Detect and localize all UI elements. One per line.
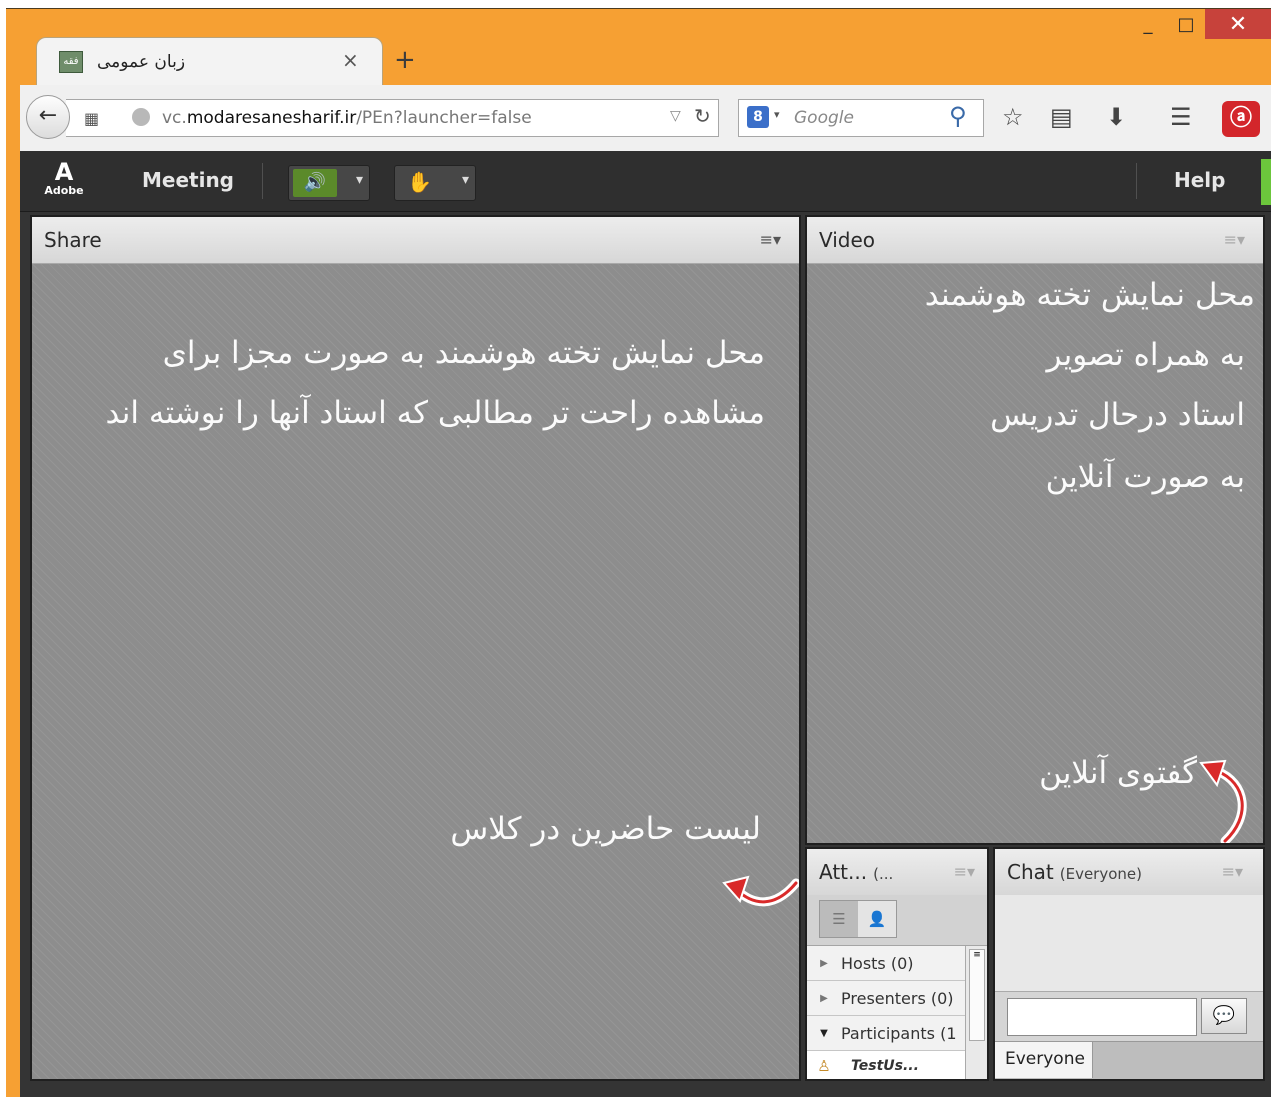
list-item[interactable]: ▶ Presenters (0) (807, 981, 965, 1016)
close-button[interactable]: ✕ (1205, 9, 1271, 39)
chevron-down-icon[interactable]: ▾ (462, 172, 469, 188)
tab-grid-icon[interactable]: ▦ (84, 109, 99, 128)
attendees-list: ▶ Hosts (0) ▶ Presenters (0) ▼ Participants… (807, 946, 965, 1079)
search-bar[interactable]: 8 ▾ Google ⚲ (738, 99, 984, 137)
tab-close-icon[interactable]: × (342, 48, 359, 72)
user-list-icon[interactable]: 👤 (858, 901, 896, 937)
adobe-connect-app: A Adobe Meeting 🔊 ▾ ✋ ▾ Help Share ≡▾ مح… (20, 151, 1271, 1097)
pod-menu-icon[interactable]: ≡▾ (1222, 862, 1243, 881)
view-toggle: ☰ 👤 (819, 900, 897, 938)
scrollbar-thumb[interactable]: ≡ (969, 949, 985, 1041)
tab-everyone[interactable]: Everyone (995, 1042, 1093, 1078)
pod-header: Att... (... ≡▾ (807, 849, 987, 896)
video-pod: Video ≡▾ محل نمایش تخته هوشمند به همراه … (805, 215, 1265, 845)
chat-pod: Chat (Everyone) ≡▾ 💬 Everyone (993, 847, 1265, 1081)
annotation-text: استاد درحال تدریس (990, 397, 1245, 433)
attendees-pod: Att... (... ≡▾ ☰ 👤 ▶ Hosts (0) ▶ Presenters… (805, 847, 989, 1081)
search-engine-icon[interactable]: 8 (747, 106, 769, 128)
new-tab-icon[interactable]: + (394, 47, 416, 73)
back-arrow-icon: ← (38, 103, 58, 128)
annotation-arrow (722, 875, 799, 907)
menu-divider (262, 163, 263, 199)
attendee-row[interactable]: ♙ TestUs... (807, 1051, 965, 1079)
chat-input[interactable] (1007, 998, 1197, 1036)
annotation-text: محل نمایش تخته هوشمند به صورت مجزا برای (162, 335, 765, 371)
browser-window: _ □ ✕ فقه زبان عمومی × + ▦ vc.modaresane… (6, 8, 1271, 1097)
chat-tabs: Everyone (995, 1041, 1263, 1079)
search-magnifier-icon[interactable]: ⚲ (949, 102, 967, 130)
annotation-text: گفتوی آنلاین (1039, 755, 1197, 791)
pod-header: Chat (Everyone) ≡▾ (995, 849, 1263, 896)
list-item[interactable]: ▼ Participants (1 (807, 1016, 965, 1051)
pod-title: Att... (... (819, 860, 894, 884)
expand-icon: ▶ (820, 992, 828, 1004)
avira-icon[interactable]: ⓐ (1222, 101, 1260, 137)
raise-hand-icon: ✋ (407, 170, 432, 194)
raise-hand-button[interactable]: ✋ ▾ (394, 165, 476, 201)
search-placeholder: Google (794, 108, 854, 128)
list-item[interactable]: ▶ Hosts (0) (807, 946, 965, 981)
speech-bubble-icon: 💬 (1212, 1005, 1236, 1026)
user-icon: ♙ (817, 1057, 831, 1075)
bookmark-star-icon[interactable]: ☆ (1002, 103, 1024, 131)
pod-title: Video (819, 228, 876, 252)
hamburger-menu-icon[interactable]: ☰ (1170, 103, 1192, 131)
chat-input-row: 💬 (995, 991, 1263, 1042)
menu-divider (1136, 163, 1137, 199)
annotation-arrow (1199, 759, 1247, 843)
back-button[interactable]: ← (26, 95, 70, 139)
maximize-button[interactable]: □ (1167, 9, 1205, 39)
adobe-logo: A Adobe (44, 158, 84, 197)
tab-title: زبان عمومی (97, 52, 186, 72)
annotation-text: لیست حاضرین در کلاس (450, 811, 761, 847)
browser-tab[interactable]: فقه زبان عمومی × (36, 37, 383, 86)
attendees-toolbar: ☰ 👤 (807, 895, 987, 946)
pod-menu-icon[interactable]: ≡▾ (1224, 230, 1245, 249)
url-text: vc.modaresanesharif.ir/PEn?launcher=fals… (162, 108, 532, 128)
search-engine-dropdown-icon[interactable]: ▾ (774, 108, 780, 121)
address-bar[interactable]: ▦ vc.modaresanesharif.ir/PEn?launcher=fa… (66, 99, 719, 137)
navigation-toolbar: ▦ vc.modaresanesharif.ir/PEn?launcher=fa… (20, 85, 1271, 151)
minimize-button[interactable]: _ (1129, 9, 1167, 39)
speaker-icon: 🔊 (293, 169, 337, 197)
menu-help[interactable]: Help (1174, 168, 1225, 192)
list-view-icon[interactable]: ☰ (820, 901, 858, 937)
chevron-down-icon[interactable]: ▾ (356, 172, 363, 188)
pod-header: Video ≡▾ (807, 217, 1263, 264)
menu-meeting[interactable]: Meeting (142, 168, 234, 192)
meeting-menubar: A Adobe Meeting 🔊 ▾ ✋ ▾ Help (20, 151, 1271, 212)
globe-icon (132, 108, 150, 126)
share-pod: Share ≡▾ محل نمایش تخته هوشمند به صورت م… (30, 215, 801, 1081)
annotation-text: مشاهده راحت تر مطالبی که استاد آنها را ن… (105, 395, 765, 431)
send-message-button[interactable]: 💬 (1201, 998, 1247, 1034)
site-favicon-icon: فقه (59, 51, 83, 73)
window-controls: _ □ ✕ (1129, 9, 1271, 43)
download-icon[interactable]: ⬇ (1106, 103, 1126, 131)
speaker-button[interactable]: 🔊 ▾ (288, 165, 370, 201)
annotation-text: به صورت آنلاین (1045, 459, 1245, 495)
reload-icon[interactable]: ↻ (694, 104, 711, 128)
scrollbar[interactable]: ≡ (965, 946, 986, 1079)
pod-title: Chat (Everyone) (1007, 860, 1142, 884)
pod-menu-icon[interactable]: ≡▾ (760, 230, 781, 249)
pod-header: Share ≡▾ (32, 217, 799, 264)
pod-title: Share (44, 228, 102, 252)
collapse-icon: ▼ (820, 1027, 828, 1039)
pod-menu-icon[interactable]: ≡▾ (954, 862, 975, 881)
reading-list-icon[interactable]: ▤ (1050, 103, 1073, 131)
expand-icon: ▶ (820, 957, 828, 969)
annotation-text: محل نمایش تخته هوشمند (924, 277, 1255, 313)
connection-status-indicator (1261, 159, 1271, 205)
annotation-text: به همراه تصویر (1046, 337, 1245, 373)
chat-messages (995, 895, 1263, 991)
url-history-dropdown-icon[interactable]: ▽ (670, 108, 681, 124)
